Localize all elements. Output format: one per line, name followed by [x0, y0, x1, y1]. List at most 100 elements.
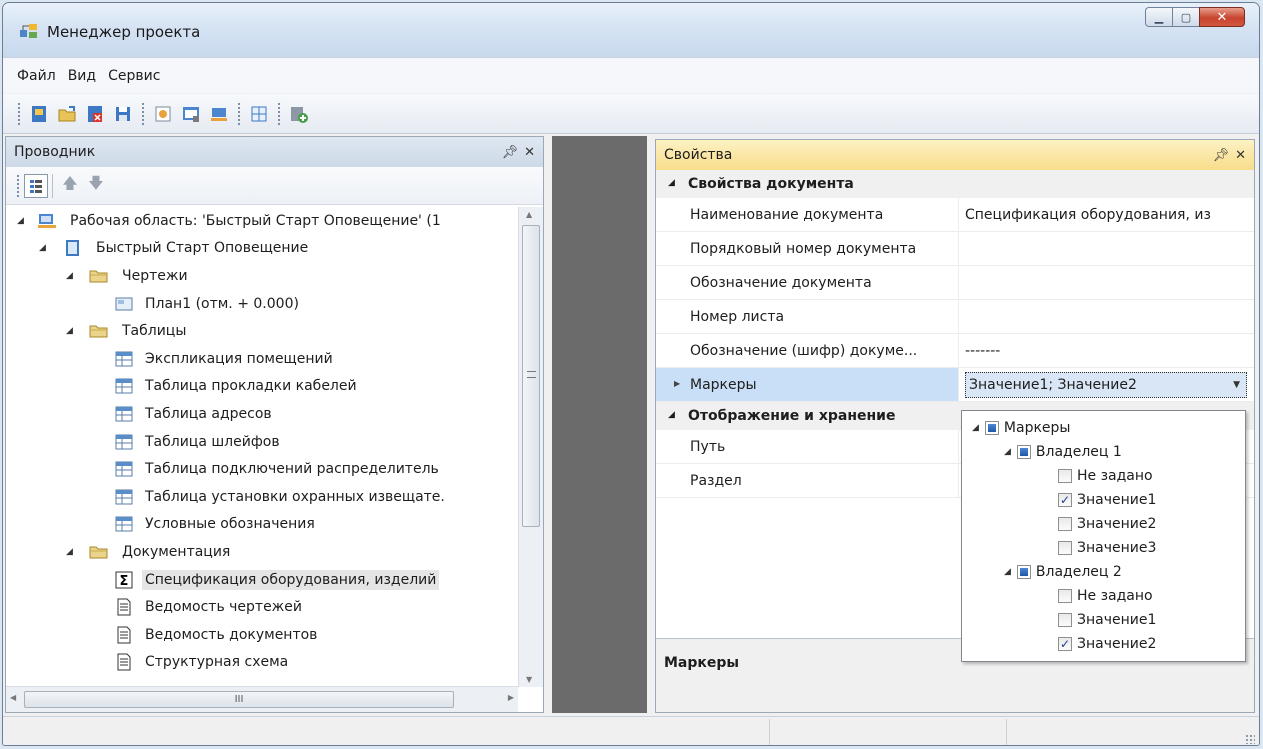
property-row[interactable]: Порядковый номер документа — [656, 232, 1254, 266]
checkbox-partial[interactable] — [984, 421, 999, 435]
toolbar-grip[interactable] — [17, 101, 21, 126]
checkbox[interactable] — [1058, 541, 1072, 555]
menu-view[interactable]: Вид — [62, 68, 102, 84]
tree-item[interactable]: Ведомость документов — [6, 621, 518, 649]
property-value[interactable] — [958, 266, 1254, 299]
tree-item[interactable]: ◢ Рабочая область: 'Быстрый Старт Оповеще… — [6, 207, 518, 235]
checkbox[interactable] — [1058, 517, 1072, 531]
checkbox-partial[interactable] — [1016, 445, 1031, 459]
vertical-scrollbar[interactable]: ▲ ▼ — [518, 207, 543, 687]
marker-option[interactable]: Значение3 — [1058, 536, 1156, 560]
scroll-up-icon[interactable]: ▲ — [526, 210, 532, 219]
tree-item[interactable]: Условные обозначения — [6, 511, 518, 539]
tree-item[interactable]: Таблица установки охранных извещате. — [6, 483, 518, 511]
property-group[interactable]: ◢ Свойства документа — [656, 170, 1254, 198]
move-down-button[interactable]: 🡇︎ — [83, 173, 109, 199]
toolbar-grip[interactable] — [141, 101, 145, 126]
property-row[interactable]: Номер листа — [656, 300, 1254, 334]
minimize-button[interactable]: ▁ — [1145, 7, 1172, 27]
scroll-left-icon[interactable]: ◀ — [10, 693, 16, 702]
tree-item[interactable]: Таблица подключений распределитель — [6, 455, 518, 483]
toolbar-grip[interactable] — [16, 173, 20, 198]
marker-option[interactable]: Значение1 — [1058, 608, 1156, 632]
pin-icon[interactable]: 📌︎ — [1213, 148, 1230, 163]
close-icon[interactable]: ✕ — [524, 145, 535, 160]
maximize-button[interactable]: ▢ — [1172, 7, 1199, 27]
tree-item-label: Экспликация помещений — [145, 350, 333, 367]
tree-item[interactable]: Таблица шлейфов — [6, 428, 518, 456]
scroll-down-icon[interactable]: ▼ — [526, 675, 532, 684]
tree-view-button[interactable] — [24, 173, 48, 198]
property-value[interactable]: Спецификация оборудования, из — [958, 198, 1254, 231]
property-row[interactable]: Обозначение документа — [656, 266, 1254, 300]
collapse-icon[interactable]: ◢ — [668, 178, 675, 188]
close-icon[interactable]: ✕ — [1235, 148, 1246, 163]
scrollbar-thumb[interactable] — [522, 225, 540, 527]
tree-item[interactable]: ◢ Быстрый Старт Оповещение — [6, 235, 518, 263]
checkbox-partial[interactable] — [1016, 565, 1031, 579]
tree-item[interactable]: Таблица прокладки кабелей — [6, 373, 518, 401]
layout-button[interactable] — [247, 102, 271, 126]
tree-item[interactable]: ◢ Документация — [6, 538, 518, 566]
collapse-icon[interactable]: ◢ — [1004, 567, 1011, 577]
markers-combobox[interactable]: Значение1; Значение2 ▼ — [965, 371, 1247, 398]
tree-item[interactable]: Таблица адресов — [6, 400, 518, 428]
add-button[interactable] — [287, 102, 311, 126]
marker-option[interactable]: ◢ Владелец 1 — [1004, 440, 1122, 464]
marker-option[interactable]: ◢ Маркеры — [972, 416, 1070, 440]
tree-item[interactable]: ◢ Чертежи — [6, 262, 518, 290]
title-bar[interactable]: Менеджер проекта ▁ ▢ ✕ — [3, 3, 1259, 57]
project-settings-button[interactable] — [151, 102, 175, 126]
network-button[interactable] — [207, 102, 231, 126]
marker-option[interactable]: ✓ Значение1 — [1058, 488, 1156, 512]
properties-button[interactable] — [179, 102, 203, 126]
horizontal-scrollbar[interactable]: ◀ III ▶ — [6, 686, 518, 712]
property-row-markers[interactable]: ▶ Маркеры Значение1; Значение2 ▼ — [656, 368, 1254, 402]
marker-option[interactable]: ✓ Значение2 — [1058, 632, 1156, 656]
toolbar-grip[interactable] — [237, 101, 241, 126]
tree-item[interactable]: Структурная схема — [6, 649, 518, 677]
collapse-icon[interactable]: ◢ — [972, 423, 979, 433]
checkbox-checked[interactable]: ✓ — [1058, 493, 1072, 507]
expand-icon[interactable]: ▶ — [674, 379, 680, 388]
move-up-button[interactable]: 🡅︎ — [57, 173, 83, 199]
property-row[interactable]: Наименование документа Спецификация обор… — [656, 198, 1254, 232]
collapse-icon[interactable]: ◢ — [1004, 447, 1011, 457]
checkbox[interactable] — [1058, 613, 1072, 627]
property-value[interactable]: ------- — [958, 334, 1254, 367]
collapse-icon[interactable]: ◢ — [17, 216, 24, 226]
property-row[interactable]: Обозначение (шифр) докуме... ------- — [656, 334, 1254, 368]
marker-option[interactable]: Не задано — [1058, 464, 1153, 488]
marker-option[interactable]: Значение2 — [1058, 512, 1156, 536]
property-value[interactable] — [958, 300, 1254, 333]
new-project-button[interactable] — [27, 102, 51, 126]
tree-item[interactable]: План1 (отм. + 0.000) — [6, 290, 518, 318]
tree-item[interactable]: ◢ Таблицы — [6, 317, 518, 345]
checkbox[interactable] — [1058, 589, 1072, 603]
close-project-button[interactable] — [83, 102, 107, 126]
collapse-icon[interactable]: ◢ — [668, 410, 675, 420]
close-button[interactable]: ✕ — [1199, 7, 1245, 27]
dropdown-arrow-icon[interactable]: ▼ — [1233, 380, 1240, 390]
menu-service[interactable]: Сервис — [102, 68, 166, 84]
collapse-icon[interactable]: ◢ — [39, 243, 46, 253]
tree-item[interactable]: Σ Спецификация оборудования, изделий — [6, 566, 518, 594]
pin-icon[interactable]: 📌︎ — [502, 145, 519, 160]
collapse-icon[interactable]: ◢ — [66, 547, 73, 557]
tree-item[interactable]: Ведомость чертежей — [6, 593, 518, 621]
scroll-right-icon[interactable]: ▶ — [508, 693, 514, 702]
save-button[interactable] — [111, 102, 135, 126]
menu-file[interactable]: Файл — [11, 68, 62, 84]
marker-option[interactable]: Не задано — [1058, 584, 1153, 608]
marker-option[interactable]: ◢ Владелец 2 — [1004, 560, 1122, 584]
property-value[interactable] — [958, 232, 1254, 265]
checkbox[interactable] — [1058, 469, 1072, 483]
open-project-button[interactable] — [55, 102, 79, 126]
checkbox-checked[interactable]: ✓ — [1058, 637, 1072, 651]
collapse-icon[interactable]: ◢ — [66, 326, 73, 336]
scrollbar-thumb[interactable]: III — [24, 691, 454, 708]
toolbar-grip[interactable] — [277, 101, 281, 126]
resize-grip[interactable] — [1245, 734, 1255, 744]
tree-item[interactable]: Экспликация помещений — [6, 345, 518, 373]
collapse-icon[interactable]: ◢ — [66, 271, 73, 281]
